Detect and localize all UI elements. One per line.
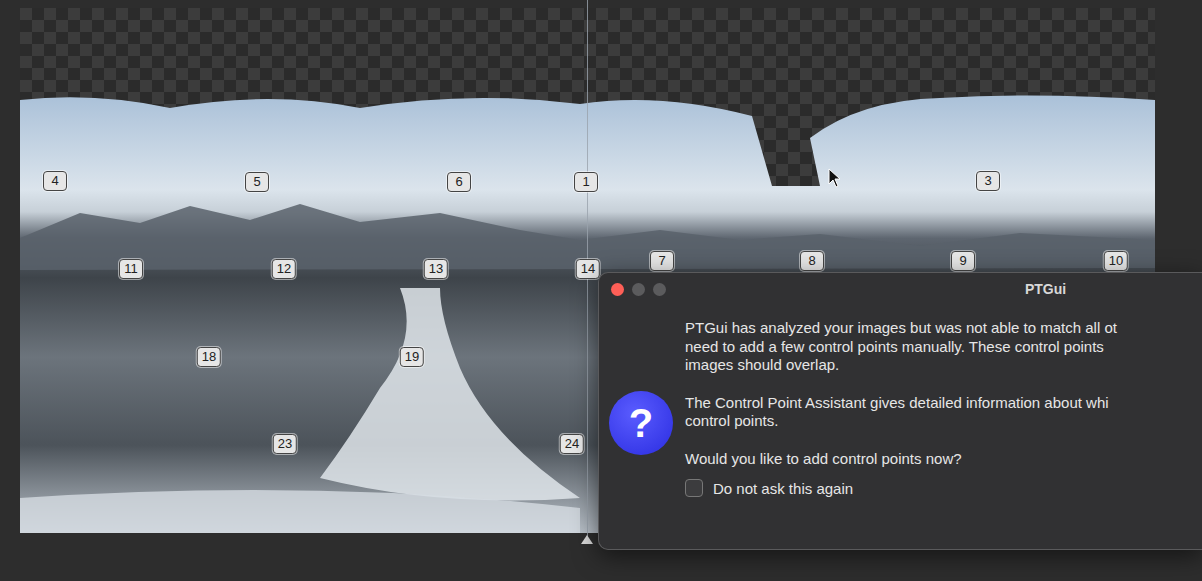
message-line: The Control Point Assistant gives detail… bbox=[685, 394, 1202, 413]
image-number-label[interactable]: 5 bbox=[245, 172, 269, 192]
image-number-label[interactable]: 23 bbox=[273, 434, 297, 454]
image-number-label[interactable]: 24 bbox=[560, 434, 584, 454]
message-line: images should overlap. bbox=[685, 356, 1202, 375]
mouse-pointer-icon bbox=[828, 168, 842, 188]
image-number-label[interactable]: 4 bbox=[43, 171, 67, 191]
message-paragraph: Would you like to add control points now… bbox=[685, 450, 1202, 469]
message-line: Would you like to add control points now… bbox=[685, 450, 1202, 469]
close-button-icon[interactable] bbox=[611, 283, 624, 296]
message-line: PTGui has analyzed your images but was n… bbox=[685, 319, 1202, 338]
dialog-title: PTGui bbox=[599, 273, 1202, 305]
message-paragraph: The Control Point Assistant gives detail… bbox=[685, 394, 1202, 431]
center-marker-icon[interactable] bbox=[581, 535, 593, 544]
image-number-label[interactable]: 19 bbox=[400, 347, 424, 367]
image-number-label[interactable]: 13 bbox=[424, 259, 448, 279]
image-number-label[interactable]: 7 bbox=[650, 251, 674, 271]
image-number-label[interactable]: 1 bbox=[574, 172, 598, 192]
image-number-label[interactable]: 6 bbox=[447, 172, 471, 192]
title-bar[interactable]: PTGui bbox=[599, 273, 1202, 305]
image-number-label[interactable]: 18 bbox=[197, 347, 221, 367]
message-line: need to add a few control points manuall… bbox=[685, 338, 1202, 357]
image-number-label[interactable]: 3 bbox=[976, 171, 1000, 191]
add-control-points-dialog: PTGui? PTGui has analyzed your images but… bbox=[598, 272, 1202, 550]
checkbox-label[interactable]: Do not ask this again bbox=[713, 480, 853, 497]
message-line: control points. bbox=[685, 412, 1202, 431]
image-number-label[interactable]: 11 bbox=[119, 259, 143, 279]
message-paragraph: PTGui has analyzed your images but was n… bbox=[685, 319, 1202, 375]
image-number-label[interactable]: 12 bbox=[272, 259, 296, 279]
zoom-button-icon[interactable] bbox=[653, 283, 666, 296]
question-icon: ? bbox=[609, 391, 673, 455]
image-number-label[interactable]: 9 bbox=[951, 251, 975, 271]
image-number-label[interactable]: 14 bbox=[576, 259, 600, 279]
do-not-ask-checkbox-row[interactable]: Do not ask this again bbox=[685, 479, 1202, 497]
do-not-ask-checkbox[interactable] bbox=[685, 479, 703, 497]
image-number-label[interactable]: 8 bbox=[800, 251, 824, 271]
minimize-button-icon[interactable] bbox=[632, 283, 645, 296]
image-number-label[interactable]: 10 bbox=[1104, 251, 1128, 271]
